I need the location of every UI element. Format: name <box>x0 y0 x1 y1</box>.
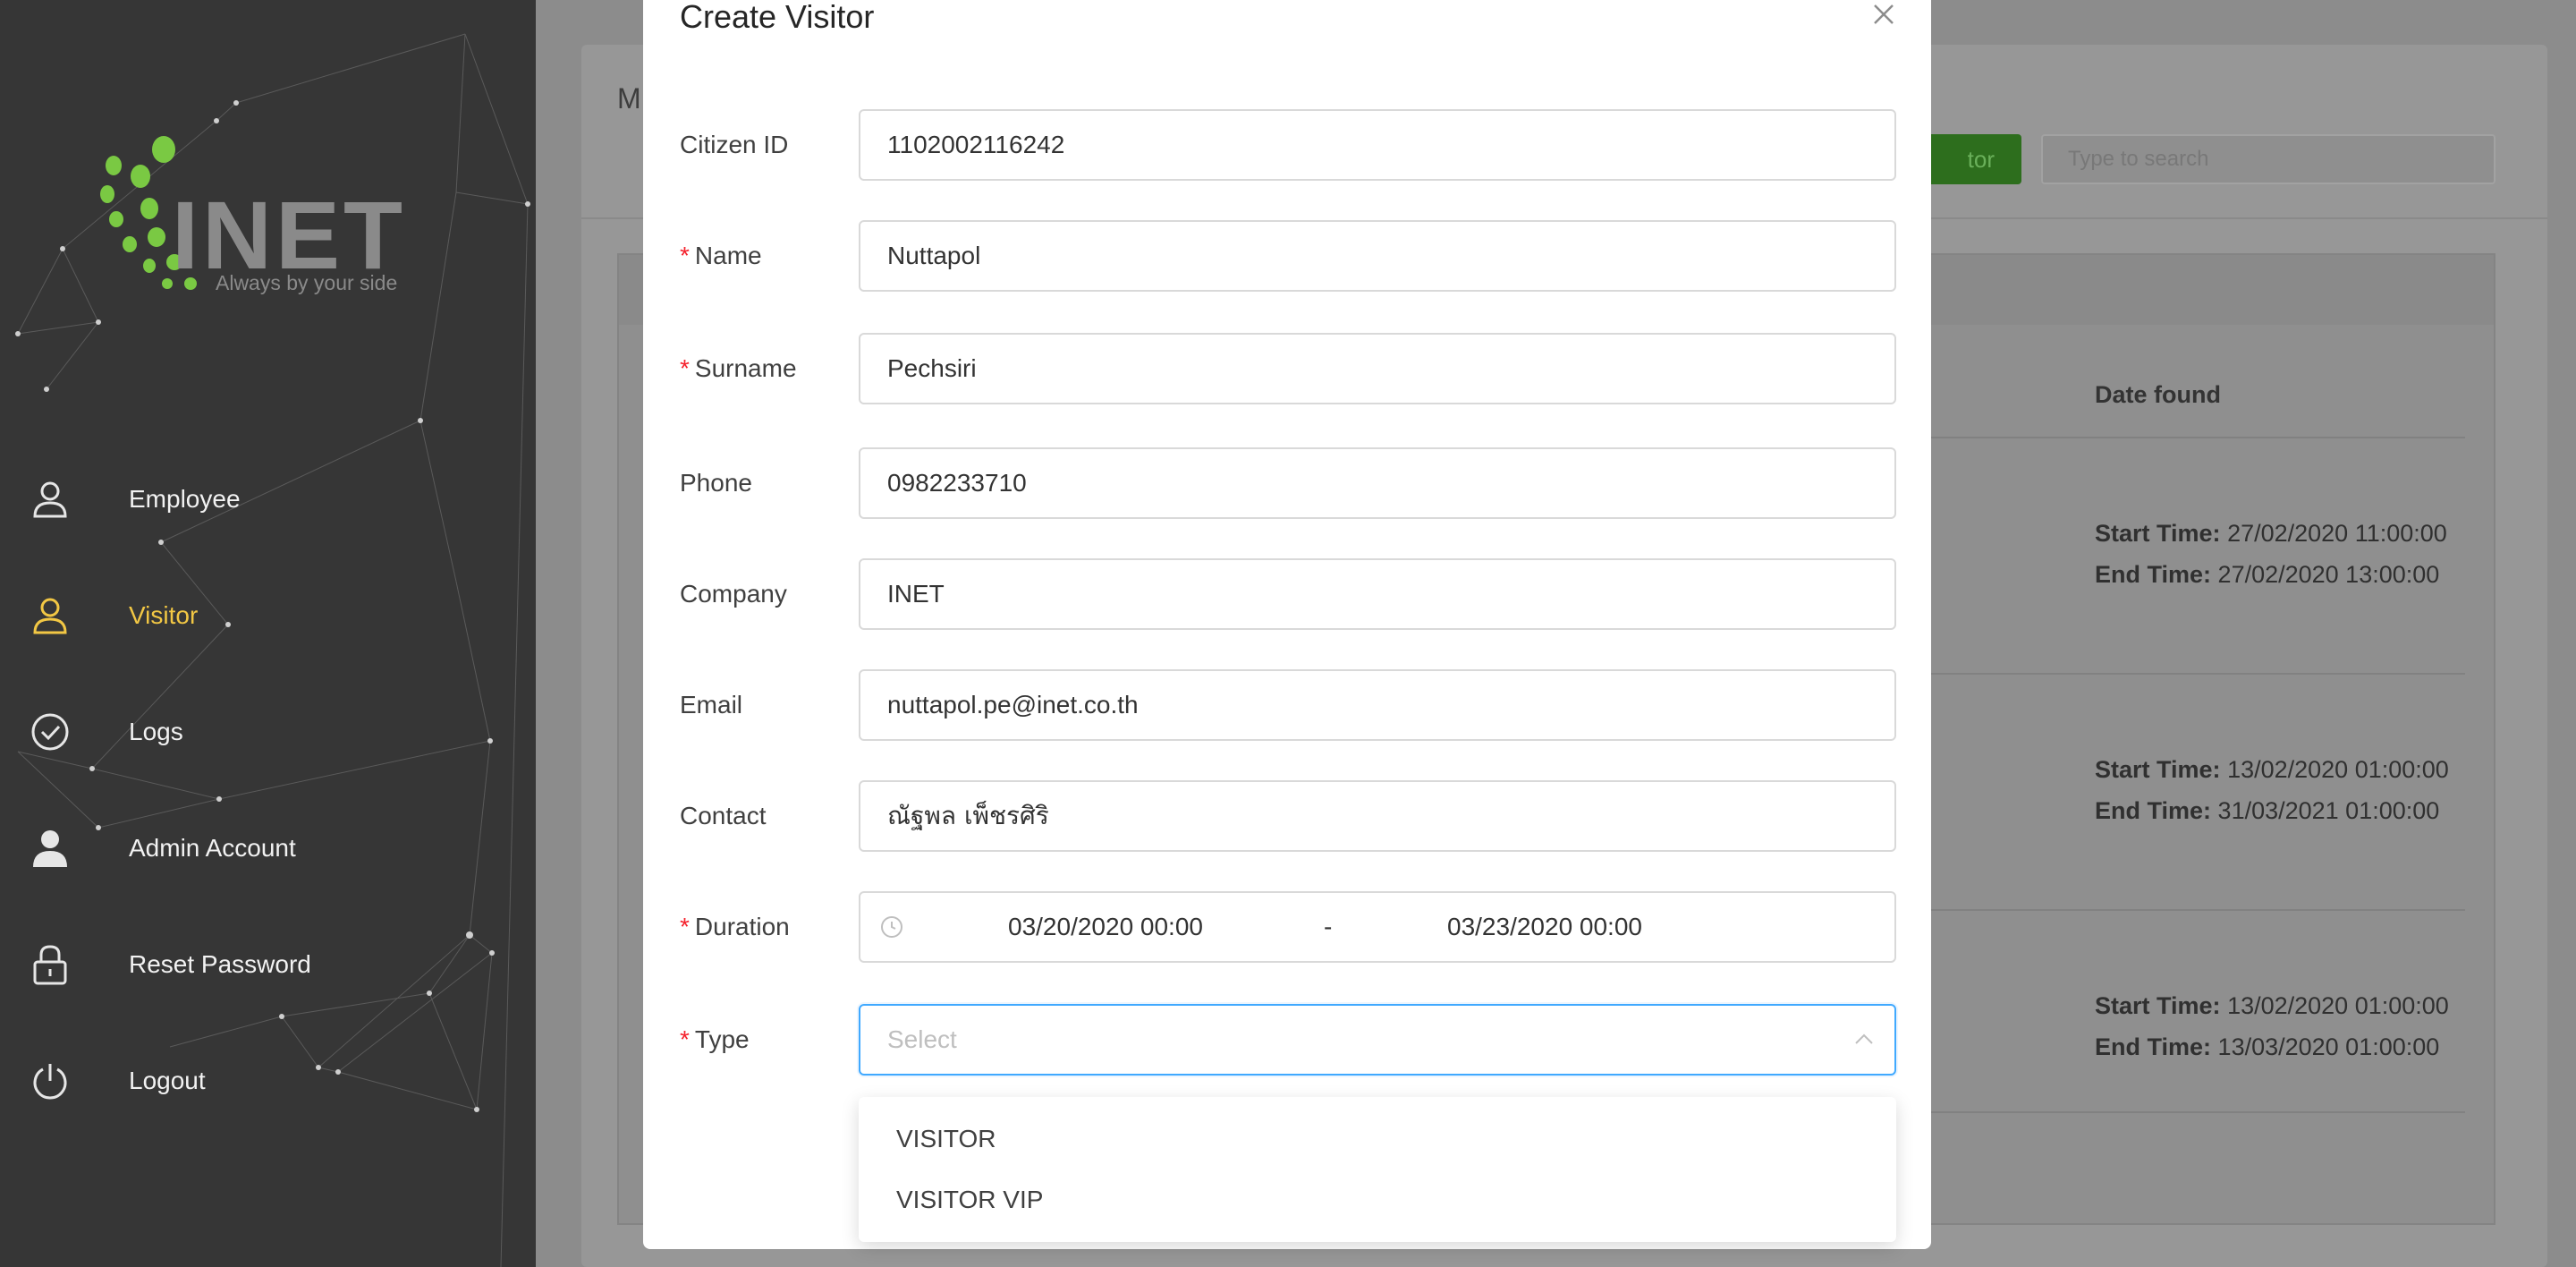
sidebar-item-label: Logout <box>129 1067 206 1094</box>
duration-separator: - <box>1324 913 1333 940</box>
table-row: Start Time: 27/02/2020 11:00:00 End Time… <box>2095 513 2447 595</box>
label-text: Surname <box>694 354 797 382</box>
close-icon[interactable] <box>1868 0 1898 30</box>
name-label: * Name <box>680 220 762 292</box>
sidebar: INET Always by your side Employee Visito… <box>0 0 536 1267</box>
duration-end-input[interactable]: 03/23/2020 00:00 <box>1447 913 1642 941</box>
label-text: Citizen ID <box>680 131 789 158</box>
surname-input[interactable]: Pechsiri <box>859 333 1896 404</box>
start-time-value: 27/02/2020 11:00:00 <box>2227 520 2447 547</box>
type-dropdown-menu: VISITOR VISITOR VIP <box>859 1097 1896 1242</box>
power-icon <box>30 1061 70 1101</box>
citizen-id-input[interactable]: 1102002116242 <box>859 109 1896 181</box>
email-input[interactable]: nuttapol.pe@inet.co.th <box>859 669 1896 741</box>
column-header-date-found: Date found <box>2095 381 2221 408</box>
required-mark: * <box>680 1025 690 1053</box>
check-circle-icon <box>30 712 70 752</box>
chevron-up-icon <box>1855 1033 1873 1044</box>
label-text: Company <box>680 580 787 608</box>
start-time-label: Start Time: <box>2095 520 2221 547</box>
contact-label: Contact <box>680 780 767 852</box>
sidebar-item-employee[interactable]: Employee <box>0 463 536 535</box>
end-time-value: 31/03/2021 01:00:00 <box>2217 797 2440 824</box>
contact-input[interactable]: ณัฐพล เพ็ชรศิริ <box>859 780 1896 852</box>
lock-icon <box>30 945 70 985</box>
start-time-value: 13/02/2020 01:00:00 <box>2227 756 2449 783</box>
end-time-label: End Time: <box>2095 1033 2212 1060</box>
phone-label: Phone <box>680 447 752 519</box>
table-row: Start Time: 13/02/2020 01:00:00 End Time… <box>2095 749 2449 831</box>
end-time-value: 27/02/2020 13:00:00 <box>2217 561 2440 588</box>
sidebar-item-logs[interactable]: Logs <box>0 696 536 768</box>
search-input[interactable]: Type to search <box>2041 134 2496 184</box>
label-text: Type <box>694 1025 750 1053</box>
start-time-value: 13/02/2020 01:00:00 <box>2227 992 2449 1019</box>
label-text: Phone <box>680 469 752 497</box>
sidebar-item-logout[interactable]: Logout <box>0 1045 536 1117</box>
sidebar-item-label: Reset Password <box>129 950 311 978</box>
sidebar-item-admin-account[interactable]: Admin Account <box>0 812 536 884</box>
modal-title: Create Visitor <box>680 0 875 35</box>
citizen-id-label: Citizen ID <box>680 109 788 181</box>
sidebar-item-visitor[interactable]: Visitor <box>0 580 536 651</box>
user-icon <box>30 596 70 635</box>
duration-label: * Duration <box>680 891 790 963</box>
clock-icon <box>881 916 902 938</box>
duration-start-input[interactable]: 03/20/2020 00:00 <box>1008 913 1203 941</box>
label-text: Name <box>694 242 762 269</box>
sidebar-item-reset-password[interactable]: Reset Password <box>0 929 536 1000</box>
type-option-visitor-vip[interactable]: VISITOR VIP <box>896 1186 1043 1214</box>
sidebar-item-label: Admin Account <box>129 834 296 862</box>
phone-input[interactable]: 0982233710 <box>859 447 1896 519</box>
type-select[interactable]: Select <box>859 1004 1896 1076</box>
name-input[interactable]: Nuttapol <box>859 220 1896 292</box>
end-time-label: End Time: <box>2095 561 2212 588</box>
company-input[interactable]: INET <box>859 558 1896 630</box>
required-mark: * <box>680 242 690 269</box>
surname-label: * Surname <box>680 333 797 404</box>
end-time-label: End Time: <box>2095 797 2212 824</box>
sidebar-item-label: Employee <box>129 485 241 513</box>
page-title: M <box>617 82 641 115</box>
end-time-value: 13/03/2020 01:00:00 <box>2217 1033 2440 1060</box>
type-select-placeholder: Select <box>887 1025 957 1053</box>
email-label: Email <box>680 669 742 741</box>
user-icon <box>30 480 70 519</box>
label-text: Contact <box>680 802 767 829</box>
company-label: Company <box>680 558 787 630</box>
type-label: * Type <box>680 1004 750 1076</box>
required-mark: * <box>680 913 690 940</box>
type-option-visitor[interactable]: VISITOR <box>896 1125 996 1153</box>
sidebar-item-label: Logs <box>129 718 183 745</box>
start-time-label: Start Time: <box>2095 992 2221 1019</box>
start-time-label: Start Time: <box>2095 756 2221 783</box>
table-row: Start Time: 13/02/2020 01:00:00 End Time… <box>2095 985 2449 1067</box>
label-text: Duration <box>694 913 790 940</box>
label-text: Email <box>680 691 743 719</box>
sidebar-item-label: Visitor <box>129 601 199 629</box>
required-mark: * <box>680 354 690 382</box>
logo-tagline: Always by your side <box>216 271 398 294</box>
user-filled-icon <box>30 829 70 868</box>
